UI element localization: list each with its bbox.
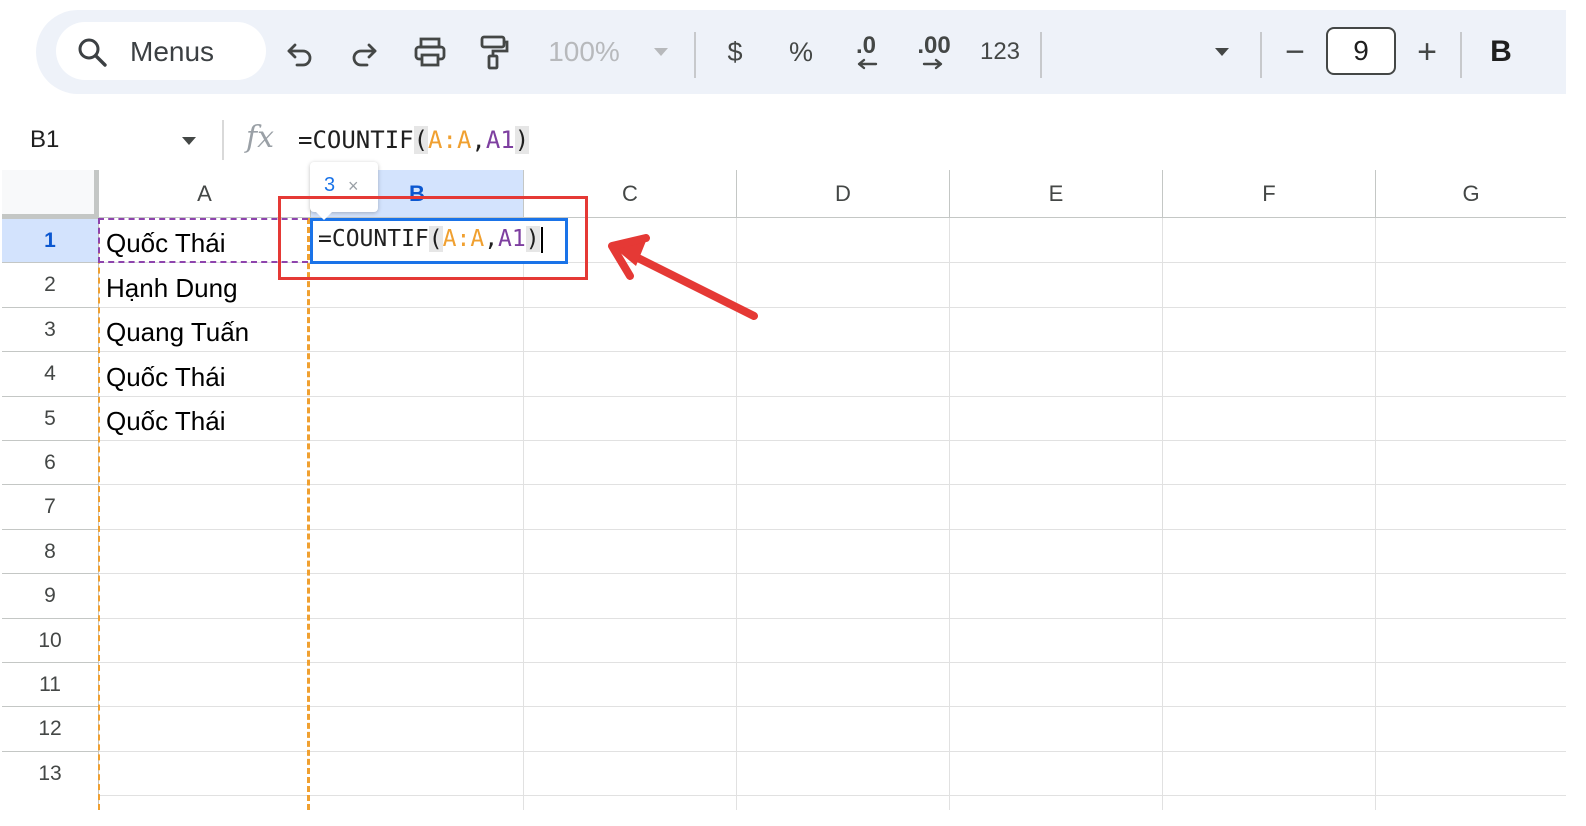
formula-comma: , (471, 126, 486, 154)
row-header-9[interactable]: 9 (2, 573, 98, 618)
percent-icon: % (788, 36, 813, 67)
gridline (98, 706, 1566, 708)
gridline (98, 351, 1566, 353)
redo-icon (349, 37, 379, 67)
annotation-highlight-box (278, 196, 588, 280)
currency-button[interactable]: $ (720, 32, 750, 72)
row-header-12[interactable]: 12 (2, 706, 98, 751)
font-size-input[interactable]: 9 (1326, 27, 1396, 75)
number-format-label: 123 (979, 38, 1021, 65)
gridline (98, 617, 1566, 619)
paint-roller-icon (479, 34, 509, 70)
gridline (98, 750, 1566, 752)
column-header-g[interactable]: G (1375, 170, 1566, 218)
cell-a3[interactable]: Quang Tuấn (106, 317, 249, 348)
row-header-4[interactable]: 4 (2, 351, 98, 396)
undo-button[interactable] (282, 32, 318, 72)
font-family-dropdown[interactable] (1210, 32, 1234, 72)
row-header-6[interactable]: 6 (2, 440, 98, 485)
column-header-e[interactable]: E (949, 170, 1162, 218)
preview-value: 3 (324, 174, 336, 196)
print-button[interactable] (410, 32, 450, 72)
decrease-font-size-button[interactable]: − (1278, 32, 1312, 72)
menus-label: Menus (130, 36, 215, 67)
arrow-left-icon (854, 58, 878, 70)
row-header-3[interactable]: 3 (2, 306, 98, 352)
zoom-dropdown[interactable] (650, 32, 672, 72)
toolbar: Menus 100% $ % .0 .00 123 − 9 + B (36, 10, 1566, 94)
name-box-dropdown-icon[interactable] (180, 134, 198, 152)
decrease-decimal-icon: .0 (855, 32, 876, 59)
formula-range: A:A (428, 126, 472, 154)
redo-button[interactable] (346, 32, 382, 72)
increase-decimal-icon: .00 (917, 32, 951, 59)
percent-button[interactable]: % (784, 32, 818, 72)
minus-icon: − (1285, 32, 1305, 71)
row-header-8[interactable]: 8 (2, 528, 98, 574)
cell-a4[interactable]: Quốc Thái (106, 362, 225, 393)
toolbar-divider (694, 32, 696, 78)
currency-icon: $ (727, 36, 743, 67)
gridline (98, 528, 1566, 530)
plus-icon: + (1417, 32, 1437, 71)
row-header-10[interactable]: 10 (2, 617, 98, 662)
print-icon (413, 36, 447, 68)
cell-a5[interactable]: Quốc Thái (106, 406, 225, 437)
caret-down-icon (652, 46, 670, 58)
toolbar-divider (1460, 32, 1462, 78)
row-header-11[interactable]: 11 (2, 662, 98, 707)
menus-search[interactable]: Menus (56, 22, 266, 80)
cell-a1[interactable]: Quốc Thái (106, 228, 225, 259)
spreadsheet-grid: A B C D E F G 1 2 3 4 5 6 7 8 9 10 11 12… (0, 170, 1566, 810)
search-icon (76, 36, 108, 68)
gridline (98, 440, 1566, 441)
paint-format-button[interactable] (476, 32, 512, 72)
gridline (736, 218, 737, 810)
increase-decimal-button[interactable]: .00 (912, 32, 956, 72)
gridline (949, 218, 950, 810)
formula-input[interactable]: =COUNTIF(A:A,A1) (298, 126, 530, 154)
number-format-button[interactable]: 123 (978, 32, 1022, 72)
bold-button[interactable]: B (1484, 32, 1518, 72)
formula-paren: ) (514, 126, 530, 154)
toolbar-divider (1260, 32, 1262, 78)
formula-function: =COUNTIF (298, 126, 414, 154)
gridline (98, 573, 1566, 575)
gridline (98, 395, 1566, 397)
column-header-d[interactable]: D (736, 170, 949, 218)
undo-icon (285, 37, 315, 67)
range-highlight-column-a (98, 218, 310, 810)
zoom-select[interactable]: 100% (544, 32, 624, 72)
gridline (98, 662, 1566, 663)
increase-font-size-button[interactable]: + (1410, 32, 1444, 72)
gridline (98, 795, 1566, 797)
column-header-f[interactable]: F (1162, 170, 1375, 218)
row-header-13[interactable]: 13 (2, 750, 98, 796)
caret-down-icon (1213, 46, 1231, 58)
formula-bar-divider (222, 120, 224, 160)
gridline (1375, 218, 1376, 810)
zoom-value: 100% (548, 36, 620, 67)
row-header-5[interactable]: 5 (2, 395, 98, 440)
select-all-corner[interactable] (2, 170, 98, 218)
arrow-right-icon (922, 58, 946, 70)
name-box[interactable]: B1 (30, 126, 59, 154)
row-header-7[interactable]: 7 (2, 484, 98, 529)
row-header-2[interactable]: 2 (2, 262, 98, 307)
gridline (1162, 218, 1163, 810)
toolbar-divider (1040, 32, 1042, 78)
decrease-decimal-button[interactable]: .0 (846, 32, 886, 72)
bold-icon: B (1490, 35, 1512, 68)
row-header-1[interactable]: 1 (2, 218, 98, 263)
close-icon[interactable]: × (348, 176, 359, 197)
formula-paren: ( (413, 126, 429, 154)
gridline (98, 484, 1566, 486)
formula-ref: A1 (485, 126, 515, 154)
cell-a2[interactable]: Hạnh Dung (106, 273, 238, 304)
gridline (523, 218, 524, 810)
gridline (98, 306, 1566, 308)
fx-icon: fx (246, 120, 275, 155)
